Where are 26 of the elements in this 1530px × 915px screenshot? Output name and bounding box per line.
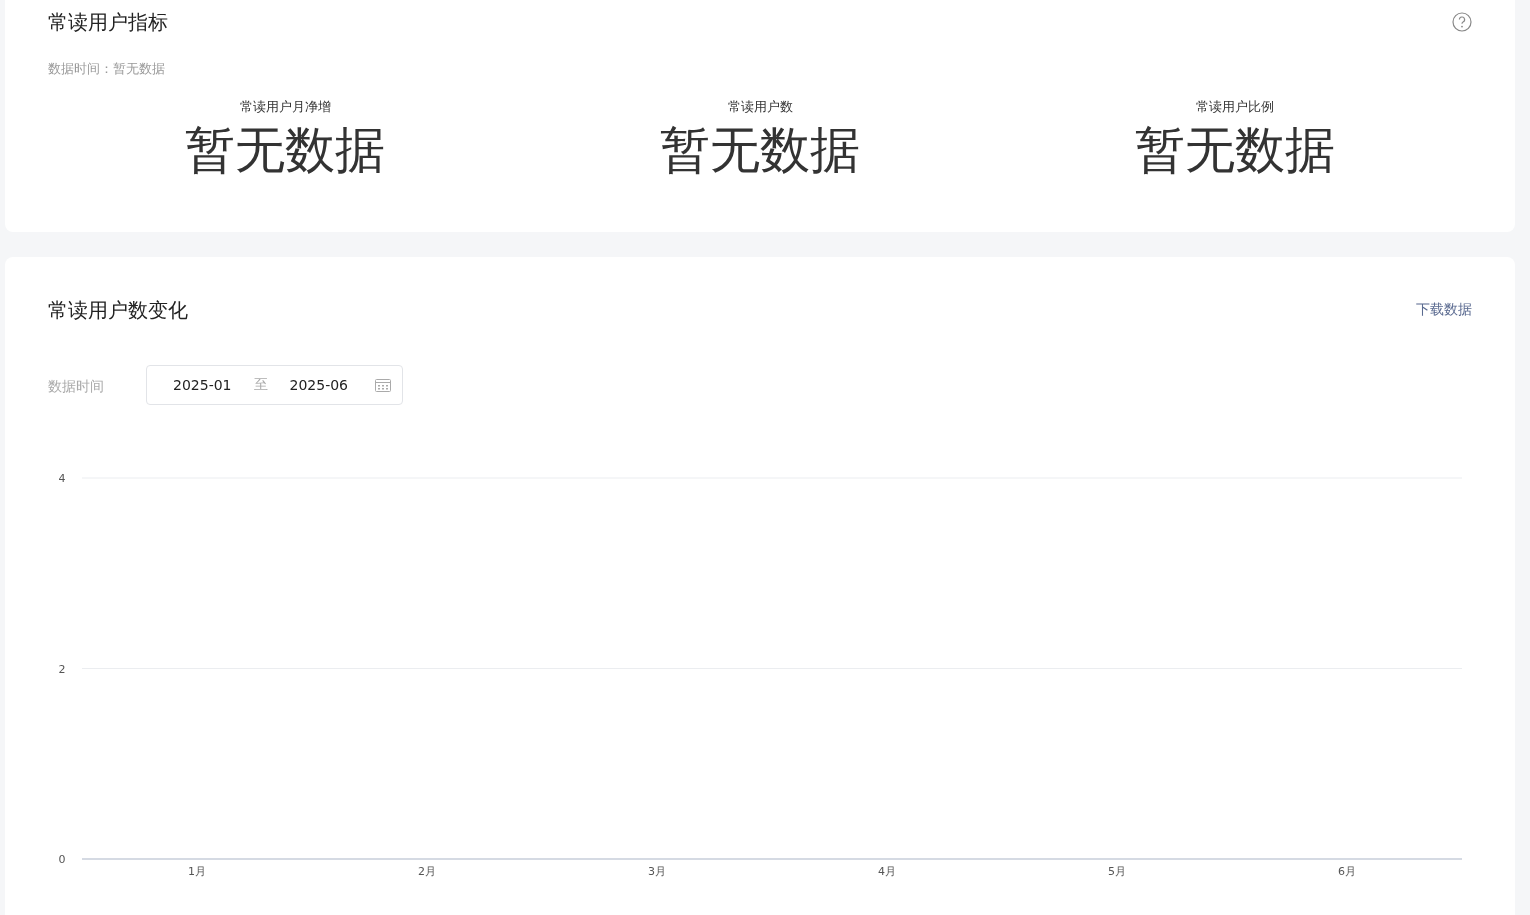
y-axis-label: 2 xyxy=(58,662,66,676)
date-range-picker[interactable]: 2025-01 至 2025-06 xyxy=(146,365,403,405)
x-axis-label: 3月 xyxy=(648,865,666,878)
x-axis-label: 2月 xyxy=(418,865,436,878)
metric-label: 常读用户数 xyxy=(727,98,793,116)
x-axis-label: 4月 xyxy=(878,865,896,878)
y-axis-label: 4 xyxy=(58,472,66,485)
card-title: 常读用户数变化 xyxy=(48,296,188,324)
x-axis-label: 5月 xyxy=(1108,865,1126,878)
start-date[interactable]: 2025-01 xyxy=(173,377,232,393)
metric-value: 暂无数据 xyxy=(1134,120,1335,180)
metric-label: 常读用户比例 xyxy=(1195,98,1274,116)
card-title: 常读用户指标 xyxy=(48,8,168,36)
end-date[interactable]: 2025-06 xyxy=(289,377,348,393)
range-separator: 至 xyxy=(253,376,268,394)
metric-label: 常读用户月净增 xyxy=(239,98,331,116)
download-link[interactable]: 下载数据 xyxy=(1416,301,1472,319)
y-axis-label: 0 xyxy=(58,853,66,866)
metric-value: 暂无数据 xyxy=(660,120,860,180)
calendar-icon[interactable] xyxy=(375,378,391,392)
data-time-text: 数据时间：暂无数据 xyxy=(48,60,166,78)
date-label: 数据时间 xyxy=(48,377,105,396)
metric-value: 暂无数据 xyxy=(185,120,386,180)
x-axis-label: 6月 xyxy=(1338,865,1356,878)
x-axis-label: 1月 xyxy=(188,865,206,878)
help-icon[interactable] xyxy=(1452,12,1472,32)
